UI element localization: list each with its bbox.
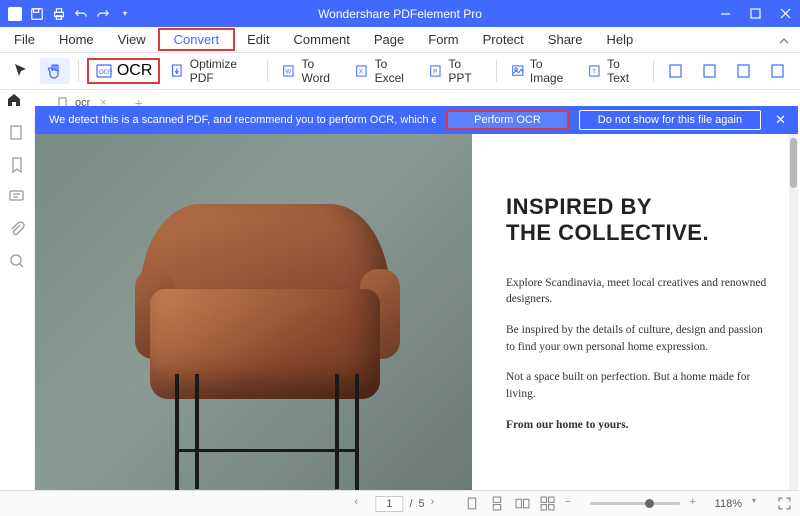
zoom-knob[interactable] bbox=[645, 499, 654, 508]
bookmarks-icon[interactable] bbox=[8, 156, 26, 174]
menu-protect[interactable]: Protect bbox=[471, 28, 536, 51]
page-current[interactable]: 1 bbox=[375, 496, 403, 512]
svg-text:T: T bbox=[592, 70, 596, 76]
convert-ext4[interactable] bbox=[764, 58, 794, 84]
app-title: Wondershare PDFelement Pro bbox=[318, 7, 482, 21]
convert-ext2[interactable] bbox=[696, 58, 726, 84]
view-single-icon[interactable] bbox=[465, 496, 480, 511]
titlebar: ▾ Wondershare PDFelement Pro bbox=[0, 0, 800, 27]
banner-msg: We detect this is a scanned PDF, and rec… bbox=[49, 114, 436, 126]
page-text: INSPIRED BY THE COLLECTIVE. Explore Scan… bbox=[472, 134, 798, 490]
comments-icon[interactable] bbox=[8, 188, 26, 206]
next-page-icon[interactable]: › bbox=[431, 496, 446, 511]
home-icon[interactable] bbox=[6, 92, 22, 113]
fullscreen-icon[interactable] bbox=[777, 496, 792, 511]
menu-share[interactable]: Share bbox=[536, 28, 595, 51]
paragraph-4: From our home to yours. bbox=[506, 417, 772, 434]
statusbar: ‹ 1 / 5 › − + 118% ▾ bbox=[0, 490, 800, 516]
collapse-ribbon-icon[interactable] bbox=[778, 35, 790, 50]
prev-page-icon[interactable]: ‹ bbox=[354, 496, 369, 511]
zoom-level: 118% bbox=[715, 498, 742, 510]
menu-view[interactable]: View bbox=[106, 28, 158, 51]
toppt-button[interactable]: PTo PPT bbox=[423, 53, 488, 89]
page: INSPIRED BY THE COLLECTIVE. Explore Scan… bbox=[35, 134, 798, 490]
page-nav: ‹ 1 / 5 › bbox=[354, 496, 445, 512]
view-two-cont-icon[interactable] bbox=[540, 496, 555, 511]
toword-button[interactable]: WTo Word bbox=[276, 53, 345, 89]
zoom-in-icon[interactable]: + bbox=[690, 496, 705, 511]
convert-ext3[interactable] bbox=[730, 58, 760, 84]
minimize-button[interactable] bbox=[710, 0, 740, 27]
separator bbox=[653, 60, 654, 82]
hand-tool[interactable] bbox=[40, 58, 70, 84]
maximize-button[interactable] bbox=[740, 0, 770, 27]
menu-help[interactable]: Help bbox=[595, 28, 646, 51]
attachments-icon[interactable] bbox=[8, 220, 26, 238]
toimage-button[interactable]: To Image bbox=[505, 53, 578, 89]
menu-convert[interactable]: Convert bbox=[158, 28, 236, 51]
vertical-scrollbar[interactable] bbox=[789, 134, 798, 490]
zoom-slider[interactable] bbox=[590, 502, 680, 505]
document-canvas[interactable]: INSPIRED BY THE COLLECTIVE. Explore Scan… bbox=[35, 134, 798, 490]
zoom-dropdown-icon[interactable]: ▾ bbox=[752, 496, 767, 511]
paragraph-3: Not a space built on perfection. But a h… bbox=[506, 369, 772, 402]
thumbnails-icon[interactable] bbox=[8, 124, 26, 142]
convert-ext1[interactable] bbox=[662, 58, 692, 84]
heading-line1: INSPIRED BY bbox=[506, 194, 772, 220]
menu-page[interactable]: Page bbox=[362, 28, 416, 51]
app-logo-icon bbox=[8, 7, 22, 21]
menu-form[interactable]: Form bbox=[416, 28, 470, 51]
paragraph-2: Be inspired by the details of culture, d… bbox=[506, 322, 772, 355]
zoom-out-icon[interactable]: − bbox=[565, 496, 580, 511]
menu-comment[interactable]: Comment bbox=[282, 28, 362, 51]
menubar: File Home View Convert Edit Comment Page… bbox=[0, 27, 800, 53]
ocr-banner: We detect this is a scanned PDF, and rec… bbox=[35, 106, 798, 134]
view-continuous-icon[interactable] bbox=[490, 496, 505, 511]
search-icon[interactable] bbox=[8, 252, 26, 270]
menu-edit[interactable]: Edit bbox=[235, 28, 281, 51]
heading-line2: THE COLLECTIVE. bbox=[506, 220, 772, 246]
dropdown-icon[interactable]: ▾ bbox=[118, 7, 132, 21]
banner-close-icon[interactable]: ✕ bbox=[771, 112, 790, 128]
optimize-button[interactable]: Optimize PDF bbox=[164, 53, 259, 89]
menu-home[interactable]: Home bbox=[47, 28, 106, 51]
page-image bbox=[35, 134, 472, 490]
scroll-thumb[interactable] bbox=[790, 138, 797, 188]
perform-ocr-button[interactable]: Perform OCR bbox=[446, 110, 569, 130]
svg-text:OCR: OCR bbox=[99, 70, 113, 76]
toexcel-button[interactable]: XTo Excel bbox=[349, 53, 419, 89]
toolbar: OCR OCR Optimize PDF WTo Word XTo Excel … bbox=[0, 53, 800, 90]
select-tool[interactable] bbox=[6, 58, 36, 84]
menu-file[interactable]: File bbox=[2, 28, 47, 51]
svg-text:X: X bbox=[359, 70, 363, 76]
save-icon[interactable] bbox=[30, 7, 44, 21]
view-two-icon[interactable] bbox=[515, 496, 530, 511]
totext-button[interactable]: TTo Text bbox=[582, 53, 645, 89]
svg-text:W: W bbox=[286, 70, 292, 76]
separator bbox=[267, 60, 268, 82]
ocr-label: OCR bbox=[117, 62, 153, 80]
left-sidebar bbox=[0, 116, 35, 490]
paragraph-1: Explore Scandinavia, meet local creative… bbox=[506, 275, 772, 308]
close-button[interactable] bbox=[770, 0, 800, 27]
hide-banner-button[interactable]: Do not show for this file again bbox=[579, 110, 761, 130]
separator bbox=[496, 60, 497, 82]
page-total: 5 bbox=[419, 498, 425, 510]
svg-text:P: P bbox=[433, 70, 437, 76]
ocr-button[interactable]: OCR OCR bbox=[87, 58, 161, 84]
separator bbox=[78, 60, 79, 82]
undo-icon[interactable] bbox=[74, 7, 88, 21]
redo-icon[interactable] bbox=[96, 7, 110, 21]
print-icon[interactable] bbox=[52, 7, 66, 21]
